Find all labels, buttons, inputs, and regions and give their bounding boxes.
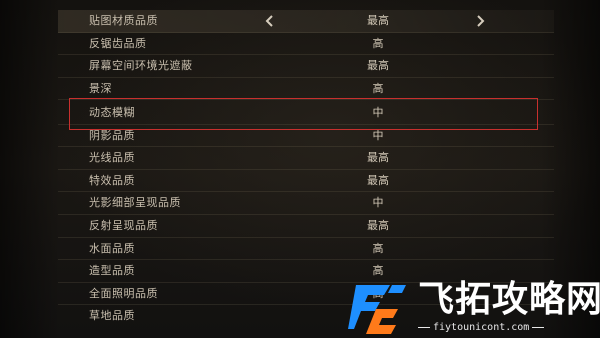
setting-row-ssao[interactable]: 屏幕空间环境光遮蔽 最高 — [58, 55, 554, 78]
setting-row-lighting-detail[interactable]: 光影细部呈现品质 中 — [58, 192, 554, 215]
setting-value: 高 — [372, 81, 384, 95]
setting-row-motion-blur[interactable]: 动态模糊 中 — [58, 102, 554, 125]
setting-value: 高 — [372, 264, 384, 278]
watermark-url-line: fiytounicont.com — [418, 322, 598, 334]
setting-label: 水面品质 — [89, 241, 135, 255]
setting-label: 屏幕空间环境光遮蔽 — [89, 59, 193, 73]
setting-row-water-quality[interactable]: 水面品质 高 — [58, 238, 554, 261]
setting-label: 贴图材质品质 — [89, 14, 158, 27]
setting-row-lighting-quality[interactable]: 光线品质 最高 — [58, 147, 554, 170]
watermark-url: fiytounicont.com — [433, 322, 530, 333]
setting-row-texture-quality[interactable]: 贴图材质品质 最高 — [58, 10, 554, 33]
setting-label: 动态模糊 — [89, 106, 135, 119]
setting-label: 草地品质 — [89, 309, 135, 323]
setting-label: 光线品质 — [89, 151, 135, 165]
setting-value: 中 — [372, 196, 384, 210]
setting-label: 阴影品质 — [89, 128, 135, 142]
setting-value: 最高 — [367, 173, 389, 187]
setting-label: 全面照明品质 — [89, 286, 158, 300]
setting-row-effects-quality[interactable]: 特效品质 最高 — [58, 170, 554, 193]
setting-label: 景深 — [89, 81, 112, 95]
dash-right — [532, 326, 545, 328]
dash-left — [418, 326, 430, 328]
setting-value: 中 — [372, 128, 384, 142]
setting-value: 高 — [372, 241, 384, 255]
setting-row-shadow-quality[interactable]: 阴影品质 中 — [58, 125, 554, 148]
setting-value: 高 — [372, 36, 384, 50]
setting-row-reflection-quality[interactable]: 反射呈现品质 最高 — [58, 215, 554, 238]
setting-value: 最高 — [367, 14, 389, 27]
setting-label: 造型品质 — [89, 264, 135, 278]
setting-label: 特效品质 — [89, 173, 135, 187]
left-vignette — [0, 0, 60, 338]
setting-label: 光影细部呈现品质 — [89, 196, 181, 210]
setting-row-depth-of-field[interactable]: 景深 高 — [58, 78, 554, 101]
setting-value: 最高 — [367, 59, 389, 73]
setting-value: 中 — [372, 106, 384, 119]
setting-label: 反射呈现品质 — [89, 219, 158, 232]
setting-label: 反锯齿品质 — [89, 36, 147, 50]
setting-value: 最高 — [367, 151, 389, 165]
watermark-title: 飞拓攻略网 — [418, 279, 600, 320]
logo-icon — [348, 285, 406, 334]
chevron-left-icon[interactable] — [262, 12, 278, 30]
watermark-logo: 飞拓攻略网 fiytounicont.com — [346, 279, 600, 338]
chevron-right-icon[interactable] — [472, 12, 488, 30]
setting-row-anti-aliasing[interactable]: 反锯齿品质 高 — [58, 33, 554, 56]
setting-value: 最高 — [367, 219, 389, 232]
